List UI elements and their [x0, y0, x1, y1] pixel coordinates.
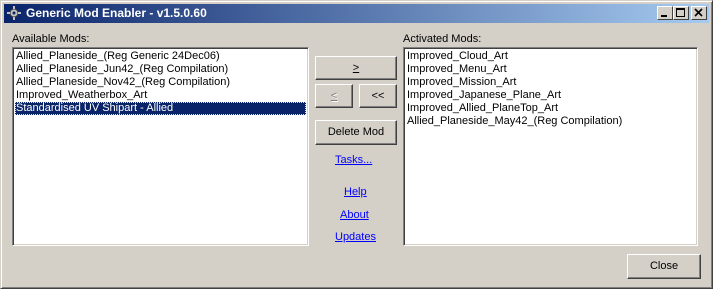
list-item[interactable]: Improved_Weatherbox_Art	[15, 89, 306, 102]
title-bar[interactable]: Generic Mod Enabler - v1.5.0.60	[4, 4, 709, 23]
list-item[interactable]: Improved_Allied_PlaneTop_Art	[406, 102, 695, 115]
list-item[interactable]: Allied_Planeside_(Reg Generic 24Dec06)	[15, 50, 306, 63]
activated-mods-label: Activated Mods:	[403, 33, 482, 45]
list-item[interactable]: Improved_Menu_Art	[406, 63, 695, 76]
close-button-label: Close	[649, 260, 679, 272]
maximize-button[interactable]	[673, 6, 689, 20]
delete-mod-button-label: Delete Mod	[327, 126, 385, 138]
list-item-selected[interactable]: Standardised UV Shipart - Allied	[15, 102, 306, 115]
delete-mod-button[interactable]: Delete Mod	[315, 120, 397, 145]
list-item[interactable]: Allied_Planeside_Jun42_(Reg Compilation)	[15, 63, 306, 76]
gear-icon	[7, 6, 21, 20]
list-item[interactable]: Allied_Planeside_Nov42_(Reg Compilation)	[15, 76, 306, 89]
close-button[interactable]: Close	[627, 254, 701, 279]
tasks-link[interactable]: Tasks...	[335, 154, 372, 166]
activate-button[interactable]: >	[315, 56, 397, 80]
list-item[interactable]: Improved_Cloud_Art	[406, 50, 695, 63]
about-link[interactable]: About	[340, 209, 369, 221]
deactivate-all-button[interactable]: <<	[359, 84, 397, 108]
list-item[interactable]: Allied_Planeside_May42_(Reg Compilation)	[406, 115, 695, 128]
deactivate-button[interactable]: <	[315, 84, 353, 108]
list-item[interactable]: Improved_Mission_Art	[406, 76, 695, 89]
minimize-button[interactable]	[657, 6, 673, 20]
updates-link[interactable]: Updates	[335, 231, 376, 243]
available-mods-label: Available Mods:	[12, 33, 90, 45]
available-mods-list[interactable]: Allied_Planeside_(Reg Generic 24Dec06) A…	[12, 47, 309, 246]
maximize-icon	[676, 8, 685, 17]
window-title: Generic Mod Enabler - v1.5.0.60	[26, 6, 207, 20]
close-window-button[interactable]	[691, 6, 707, 20]
main-window: Generic Mod Enabler - v1.5.0.60 Availabl…	[0, 0, 713, 289]
list-item[interactable]: Improved_Japanese_Plane_Art	[406, 89, 695, 102]
activated-mods-list[interactable]: Improved_Cloud_Art Improved_Menu_Art Imp…	[403, 47, 698, 246]
minimize-icon	[661, 15, 667, 17]
close-icon	[694, 8, 703, 17]
help-link[interactable]: Help	[344, 186, 367, 198]
deactivate-button-label: <	[330, 90, 338, 102]
deactivate-all-button-label: <<	[371, 90, 385, 102]
activate-button-label: >	[352, 62, 360, 74]
